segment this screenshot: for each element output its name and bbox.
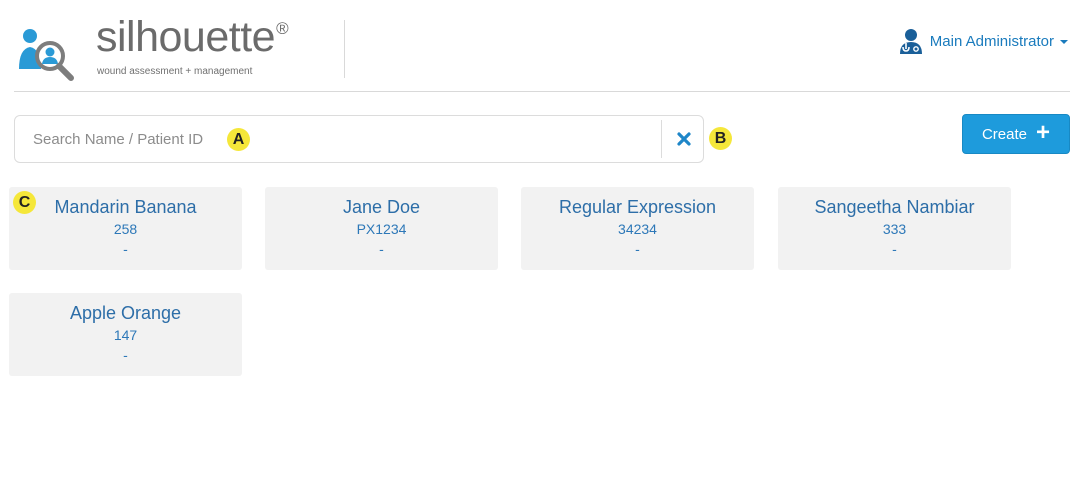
patient-name: Mandarin Banana <box>54 197 197 217</box>
patient-name: Sangeetha Nambiar <box>814 197 975 217</box>
patient-name: Jane Doe <box>342 197 421 217</box>
patient-extra: - <box>892 241 897 257</box>
patient-id: 333 <box>882 221 907 237</box>
brand-name: silhouette® <box>96 13 289 61</box>
clear-search-button[interactable] <box>669 124 699 154</box>
create-button[interactable]: Create + <box>962 114 1070 154</box>
doctor-user-icon <box>899 29 922 54</box>
header-separator <box>14 91 1070 92</box>
patient-extra: - <box>379 241 384 257</box>
close-icon <box>677 132 691 146</box>
brand-tagline: wound assessment + management <box>97 66 253 77</box>
app-logo[interactable]: silhouette® wound assessment + managemen… <box>16 16 346 84</box>
marker-a: A <box>227 128 250 151</box>
patient-card[interactable]: Apple Orange 147 - <box>9 293 242 376</box>
patient-extra: - <box>635 241 640 257</box>
patient-name: Apple Orange <box>69 303 182 323</box>
create-button-label: Create <box>981 125 1027 143</box>
patient-search-box <box>14 115 704 163</box>
patient-id: PX1234 <box>356 221 407 237</box>
marker-b: B <box>709 127 732 150</box>
user-menu[interactable]: Main Administrator <box>898 28 1068 54</box>
marker-c: C <box>13 191 36 214</box>
user-menu-label: Main Administrator <box>929 32 1054 50</box>
patient-id: 34234 <box>618 221 657 237</box>
chevron-down-icon <box>1060 40 1068 44</box>
search-divider <box>661 120 662 158</box>
patient-extra: - <box>123 241 128 257</box>
patient-search-logo-icon <box>19 29 74 81</box>
header-divider <box>344 20 345 78</box>
search-input[interactable] <box>15 116 655 162</box>
registered-mark: ® <box>276 19 289 38</box>
patient-id: 147 <box>113 327 138 343</box>
patient-name: Regular Expression <box>558 197 717 217</box>
patient-id: 258 <box>113 221 138 237</box>
patient-extra: - <box>123 347 128 363</box>
patient-card[interactable]: Jane Doe PX1234 - <box>265 187 498 270</box>
patient-card[interactable]: Mandarin Banana 258 - <box>9 187 242 270</box>
plus-icon: + <box>1036 119 1051 146</box>
patient-card[interactable]: Sangeetha Nambiar 333 - <box>778 187 1011 270</box>
patient-card[interactable]: Regular Expression 34234 - <box>521 187 754 270</box>
